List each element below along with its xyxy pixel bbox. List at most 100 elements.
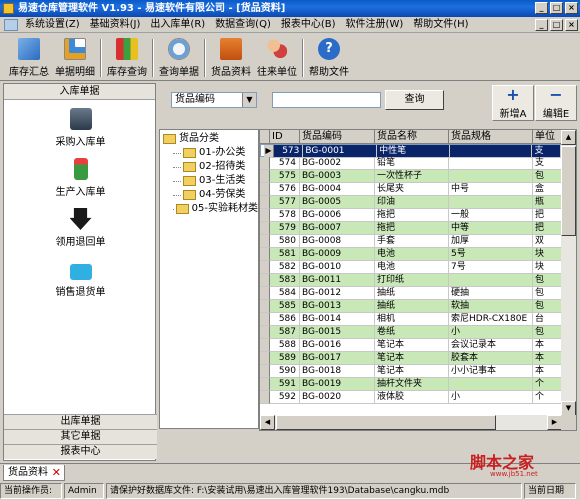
table-row[interactable]: 589 BG-0017 笔记本 胶套本本 — [260, 352, 562, 365]
goods-data-button[interactable]: 货品资料 — [208, 36, 254, 80]
toolbar: 库存汇总 单据明细 库存查询 查询单据 货品资料 往来单位 ? 帮助文件 — [0, 34, 580, 81]
row-indicator — [260, 222, 270, 235]
hscroll-thumb[interactable] — [276, 415, 496, 430]
sidebar-other-documents[interactable]: 其它单据 — [4, 429, 157, 444]
chevron-down-icon[interactable]: ▼ — [242, 93, 256, 107]
menu-help[interactable]: 帮助文件(H) — [408, 17, 473, 33]
cell-id: 585 — [270, 300, 300, 313]
table-row[interactable]: 585 BG-0013 抽纸 软抽包 — [260, 300, 562, 313]
watermark-url: www.jb51.net — [490, 470, 538, 478]
sidebar-item-label: 采购入库单 — [55, 137, 106, 148]
menu-query[interactable]: 数据查询(Q) — [210, 17, 276, 33]
close-tab-icon[interactable]: ✕ — [52, 465, 61, 480]
tree-root[interactable]: 货品分类 — [163, 132, 258, 146]
scroll-left-icon[interactable]: ◀ — [260, 415, 275, 430]
table-row[interactable]: 575 BG-0003 一次性杯子 包 — [260, 170, 562, 183]
menu-reports[interactable]: 报表中心(B) — [276, 17, 341, 33]
query-button[interactable]: 查询 — [385, 90, 444, 110]
stock-query-button[interactable]: 库存查询 — [104, 36, 150, 80]
sidebar-item-purchase-in[interactable]: 采购入库单 — [4, 108, 157, 148]
tree-node[interactable]: 01-办公类 — [163, 146, 258, 160]
add-button[interactable]: + 新增A — [492, 85, 534, 121]
folder-icon — [183, 176, 196, 186]
cell-id: 590 — [270, 365, 300, 378]
tree-node[interactable]: 02-招待类 — [163, 160, 258, 174]
column-header-spec[interactable]: 货品规格 — [449, 130, 533, 144]
tree-node[interactable]: 05-实验耗材类 — [163, 202, 258, 216]
cell-unit: 本 — [533, 339, 562, 352]
sidebar-item-label: 销售退货单 — [55, 287, 106, 298]
maximize-button[interactable]: □ — [550, 2, 563, 14]
menu-register[interactable]: 软件注册(W) — [341, 17, 409, 33]
table-row[interactable]: 578 BG-0006 拖把 一般把 — [260, 209, 562, 222]
table-row[interactable]: 583 BG-0011 打印纸 包 — [260, 274, 562, 287]
scroll-up-icon[interactable]: ▲ — [561, 130, 576, 145]
cell-spec: 软抽 — [449, 300, 533, 313]
column-header-name[interactable]: 货品名称 — [375, 130, 449, 144]
close-button[interactable]: × — [565, 2, 578, 14]
tree-node-label: 01-办公类 — [199, 147, 246, 158]
cell-spec: 胶套本 — [449, 352, 533, 365]
column-header-id[interactable]: ID — [270, 130, 300, 144]
row-indicator — [260, 170, 270, 183]
sidebar-item-return[interactable]: 领用退回单 — [4, 208, 157, 248]
mdi-restore-button[interactable]: □ — [550, 19, 563, 31]
column-header-code[interactable]: 货品编码 — [300, 130, 375, 144]
table-row[interactable]: 577 BG-0005 印油 瓶 — [260, 196, 562, 209]
edit-label: 编辑E — [542, 109, 570, 120]
tree-node[interactable]: 04-劳保类 — [163, 188, 258, 202]
search-input[interactable] — [272, 92, 381, 108]
sidebar-item-sales-return[interactable]: 销售退货单 — [4, 261, 157, 298]
search-document-button[interactable]: 查询单据 — [156, 36, 202, 80]
sidebar-item-production-in[interactable]: 生产入库单 — [4, 158, 157, 198]
inventory-summary-button[interactable]: 库存汇总 — [6, 36, 52, 80]
row-indicator — [260, 365, 270, 378]
menu-in-out[interactable]: 出入库单(R) — [145, 17, 210, 33]
tab-goods-data[interactable]: 货品资料 ✕ — [3, 465, 65, 481]
table-row[interactable]: 591 BG-0019 抽杆文件夹 个 — [260, 378, 562, 391]
cell-name: 拖把 — [375, 222, 449, 235]
table-row[interactable]: 587 BG-0015 卷纸小包 — [260, 326, 562, 339]
scroll-right-icon[interactable]: ▶ — [547, 415, 562, 430]
table-row[interactable]: 588 BG-0016 笔记本 会议记录本本 — [260, 339, 562, 352]
mdi-close-button[interactable]: × — [565, 19, 578, 31]
mdi-minimize-button[interactable]: _ — [535, 19, 548, 31]
scroll-thumb[interactable] — [561, 146, 576, 236]
inventory-summary-icon — [18, 38, 40, 60]
table-row[interactable]: 582 BG-0010 电池 7号块 — [260, 261, 562, 274]
column-header-unit[interactable]: 单位 — [533, 130, 562, 144]
minimize-button[interactable]: _ — [535, 2, 548, 14]
menu-basic-data[interactable]: 基础资料(J) — [85, 17, 146, 33]
cell-id: 591 — [270, 378, 300, 391]
table-row[interactable]: 580 BG-0008 手套 加厚双 — [260, 235, 562, 248]
scroll-corner — [561, 415, 576, 430]
scroll-down-icon[interactable]: ▼ — [561, 401, 576, 416]
sidebar-out-documents[interactable]: 出库单据 — [4, 414, 157, 429]
tree-node[interactable]: 03-生活类 — [163, 174, 258, 188]
table-row[interactable]: 592 BG-0020 液体胶小个 — [260, 391, 562, 404]
field-select[interactable]: 货品编码 ▼ — [171, 92, 257, 108]
table-row[interactable]: 579 BG-0007 拖把 中等把 — [260, 222, 562, 235]
vertical-scrollbar[interactable]: ▲ ▼ — [561, 130, 576, 416]
table-row[interactable]: 590 BG-0018 笔记本 小小记事本本 — [260, 365, 562, 378]
table-row[interactable]: 584 BG-0012 抽纸 硬抽包 — [260, 287, 562, 300]
toolbar-separator — [152, 39, 154, 77]
edit-button[interactable]: − 编辑E — [535, 85, 577, 121]
sidebar-reports[interactable]: 报表中心 — [4, 444, 157, 459]
table-row[interactable]: 581 BG-0009 电池 5号块 — [260, 248, 562, 261]
sidebar-header[interactable]: 入库单据 — [4, 84, 155, 100]
cell-name: 电池 — [375, 248, 449, 261]
cell-id: 581 — [270, 248, 300, 261]
cell-spec: 5号 — [449, 248, 533, 261]
table-row[interactable]: ▶ 573 BG-0001 中性笔支 — [260, 144, 562, 158]
cell-unit: 本 — [533, 352, 562, 365]
table-row[interactable]: 576 BG-0004 长尾夹 中号盒 — [260, 183, 562, 196]
table-row[interactable]: 586 BG-0014 相机 索尼HDR-CX180E 台 — [260, 313, 562, 326]
table-row[interactable]: 574 BG-0002 铅笔 支 — [260, 157, 562, 170]
title-bar: 易速仓库管理软件 V1.93 - 易速软件有限公司 - [货品资料] _ □ × — [0, 0, 580, 17]
horizontal-scrollbar[interactable]: ◀ ▶ — [260, 415, 562, 430]
document-detail-button[interactable]: 单据明细 — [52, 36, 98, 80]
partners-button[interactable]: 往来单位 — [254, 36, 300, 80]
help-button[interactable]: ? 帮助文件 — [306, 36, 352, 80]
menu-system[interactable]: 系统设置(Z) — [20, 17, 85, 33]
